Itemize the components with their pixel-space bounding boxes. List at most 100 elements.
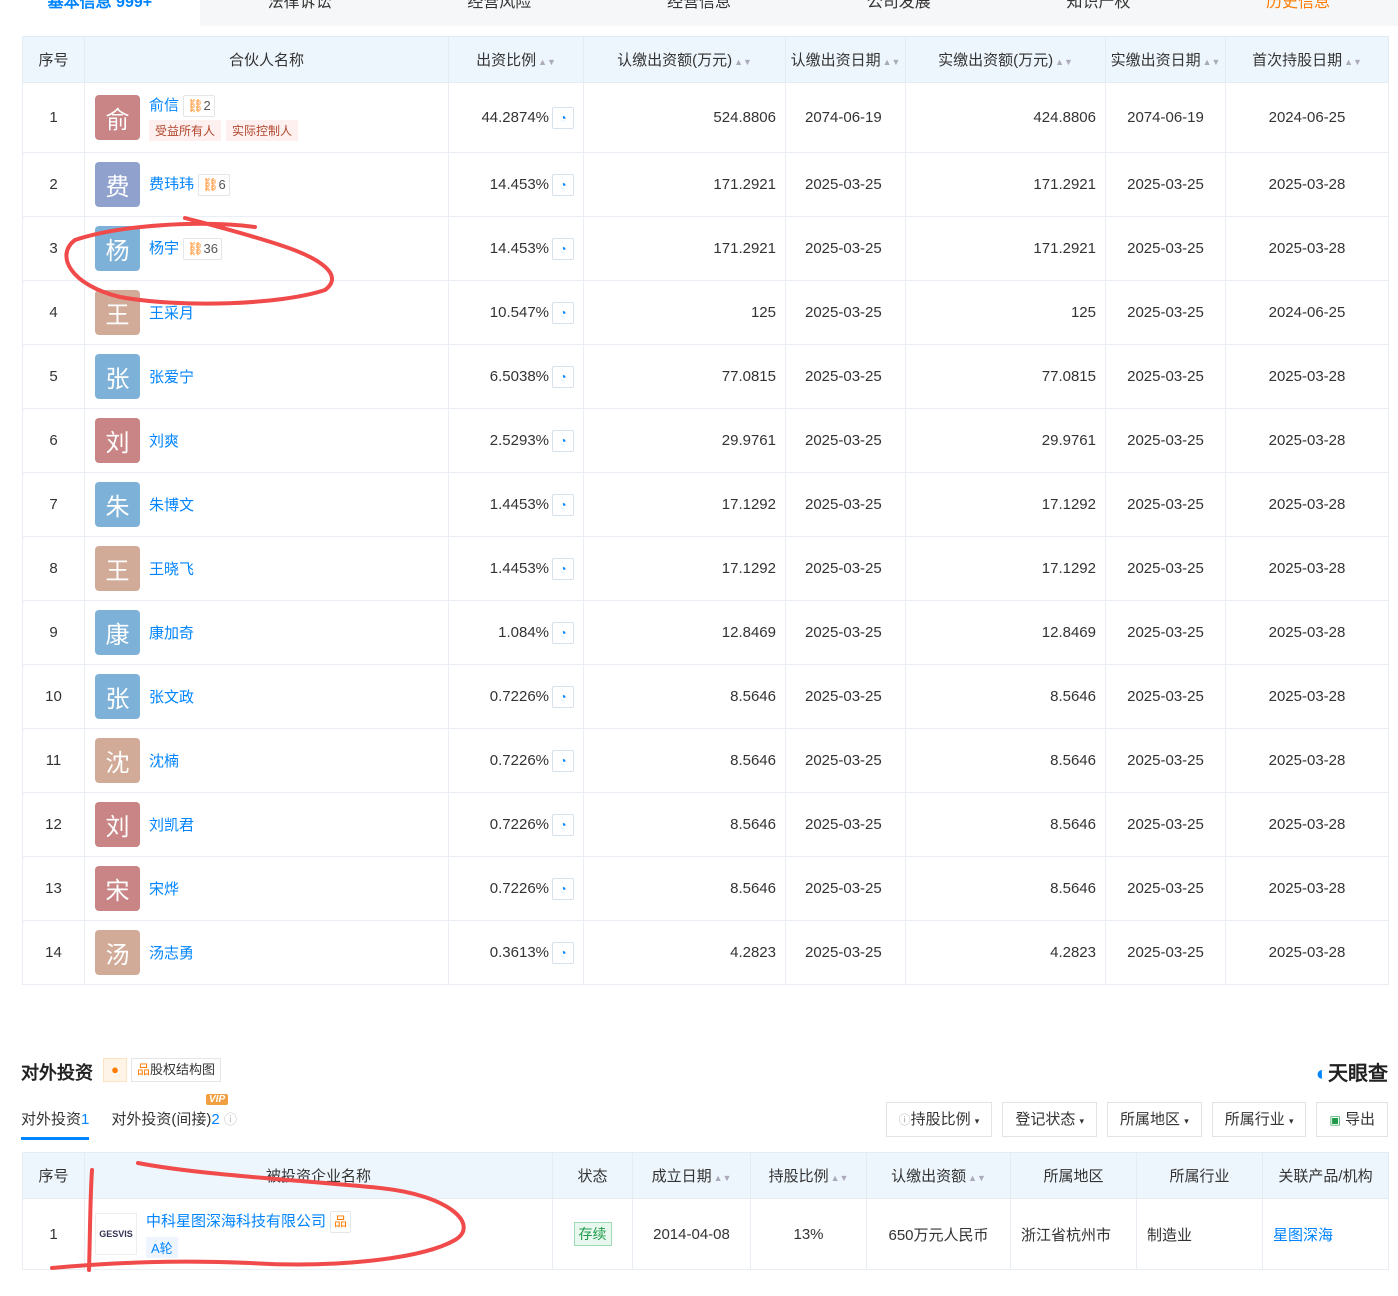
partner-name-link[interactable]: 刘凯君	[149, 817, 194, 834]
pie-chart-icon[interactable]: ◔	[552, 301, 574, 324]
partner-name-link[interactable]: 刘爽	[149, 433, 179, 450]
financing-round-tag: A轮	[146, 1237, 178, 1258]
company-name-link[interactable]: 中科星图深海科技有限公司	[146, 1213, 326, 1230]
avatar: 张	[95, 674, 140, 719]
pie-chart-icon[interactable]: ◔	[552, 106, 574, 129]
column-header: 状态	[552, 1152, 633, 1199]
filter-industry[interactable]: 所属行业 ▾	[1211, 1102, 1307, 1137]
top-tabs: 基本信息 999+ 法律诉讼 经营风险 经营信息 公司发展 知识产权 历史信息	[0, 0, 1398, 26]
top-tab[interactable]: 经营信息	[599, 0, 799, 26]
avatar: 杨	[95, 226, 140, 271]
column-header[interactable]: 认缴出资额(万元) ▲▼	[583, 36, 786, 83]
product-link[interactable]: 星图深海	[1273, 1227, 1333, 1244]
avatar: 费	[95, 162, 140, 207]
partner-name-link[interactable]: 费玮玮	[149, 176, 194, 193]
pie-chart-icon[interactable]: ◔	[552, 365, 574, 388]
table-row: 14 汤汤志勇 0.3613% ◔ 4.2823 2025-03-25 4.2823…	[22, 920, 1389, 985]
table-row: 9 康康加奇 1.084% ◔ 12.8469 2025-03-25 12.8469…	[22, 600, 1389, 665]
sort-icon: ▲▼	[1055, 57, 1073, 67]
column-header[interactable]: 实缴出资额(万元) ▲▼	[905, 36, 1106, 83]
pie-chart-icon[interactable]: ◔	[552, 941, 574, 964]
sort-icon: ▲▼	[713, 1173, 732, 1183]
top-tab[interactable]: 公司发展	[799, 0, 999, 26]
table-row: 13 宋宋烨 0.7226% ◔ 8.5646 2025-03-25 8.5646 2…	[22, 856, 1389, 921]
investment-table: 序号 被投资企业名称 状态 成立日期 ▲▼ 持股比例 ▲▼ 认缴出资额 ▲▼ 所属地区 所属行业 关联…	[22, 1152, 1389, 1270]
partner-name-link[interactable]: 杨宇	[149, 240, 179, 257]
role-tag: 实际控制人	[226, 120, 299, 141]
avatar: 康	[95, 610, 140, 655]
table-row: 12 刘刘凯君 0.7226% ◔ 8.5646 2025-03-25 8.5646…	[22, 792, 1389, 857]
column-header: 所属行业	[1136, 1152, 1263, 1199]
table-row: 5 张张爱宁 6.5038% ◔ 77.0815 2025-03-25 77.081…	[22, 344, 1389, 409]
related-companies-badge[interactable]: ⛓2	[183, 95, 215, 117]
status-badge: 存续	[573, 1222, 612, 1246]
filter-region[interactable]: 所属地区 ▾	[1107, 1102, 1202, 1137]
avatar: 王	[95, 290, 140, 335]
partner-name-link[interactable]: 宋烨	[149, 881, 179, 898]
org-icon: ⛓	[187, 98, 204, 113]
top-tab[interactable]: 知识产权	[999, 0, 1199, 26]
tab-indirect-investment[interactable]: 对外投资(间接)2 ⓘ	[111, 1108, 237, 1140]
filter-status[interactable]: 登记状态 ▾	[1002, 1102, 1098, 1137]
column-header: 序号	[22, 1152, 85, 1199]
sort-icon: ▲▼	[830, 1173, 849, 1183]
top-tab[interactable]: 历史信息	[1198, 0, 1398, 26]
pie-chart-icon[interactable]: ◔	[552, 749, 574, 772]
partner-name-link[interactable]: 张文政	[149, 689, 194, 706]
top-tab[interactable]: 基本信息 999+	[0, 0, 200, 26]
filter-ratio[interactable]: ⓘ持股比例 ▾	[885, 1102, 993, 1137]
role-tag: 受益所有人	[149, 120, 222, 141]
column-header: 序号	[22, 36, 85, 83]
sort-icon: ▲▼	[968, 1173, 986, 1183]
export-button[interactable]: ▣ 导出	[1316, 1102, 1388, 1137]
table-row: 7 朱朱博文 1.4453% ◔ 17.1292 2025-03-25 17.129…	[22, 472, 1389, 537]
partner-name-link[interactable]: 张爱宁	[149, 369, 194, 386]
column-header[interactable]: 首次持股日期 ▲▼	[1225, 36, 1389, 83]
sort-icon: ▲▼	[1344, 57, 1362, 67]
partner-name-link[interactable]: 汤志勇	[149, 945, 194, 962]
partner-name-link[interactable]: 康加奇	[149, 625, 194, 642]
pie-chart-icon[interactable]: ◔	[552, 685, 574, 708]
tab-direct-investment[interactable]: 对外投资1	[21, 1108, 90, 1140]
top-tab[interactable]: 法律诉讼	[200, 0, 400, 26]
equity-structure-button[interactable]: 品股权结构图	[131, 1058, 222, 1082]
pie-chart-icon[interactable]: ◔	[552, 493, 574, 516]
partner-name-link[interactable]: 朱博文	[149, 497, 194, 514]
related-companies-badge[interactable]: ⛓36	[183, 238, 222, 260]
bell-icon[interactable]: ●	[103, 1058, 127, 1082]
pie-chart-icon[interactable]: ◔	[552, 237, 574, 260]
pie-chart-icon[interactable]: ◔	[552, 621, 574, 644]
avatar: 朱	[95, 482, 140, 527]
partner-name-link[interactable]: 王晓飞	[149, 561, 194, 578]
avatar: 俞	[95, 95, 140, 140]
section-title: 对外投资	[21, 1063, 93, 1083]
table-row: 1 俞俞信 ⛓2 受益所有人 实际控制人 44.2874% ◔ 524.8806 2074…	[22, 82, 1389, 153]
sort-icon: ▲▼	[734, 57, 752, 67]
pie-chart-icon[interactable]: ◔	[552, 813, 574, 836]
pie-chart-icon[interactable]: ◔	[552, 173, 574, 196]
related-companies-badge[interactable]: ⛓6	[198, 174, 230, 196]
sort-icon: ▲▼	[882, 57, 901, 67]
sort-icon: ▲▼	[1202, 57, 1221, 67]
pie-chart-icon[interactable]: ◔	[552, 429, 574, 452]
column-header[interactable]: 持股比例 ▲▼	[750, 1152, 867, 1199]
table-row: 2 费费玮玮 ⛓6 14.453% ◔ 171.2921 2025-03-25 171…	[22, 152, 1389, 217]
partner-name-link[interactable]: 沈楠	[149, 753, 179, 770]
pie-chart-icon[interactable]: ◔	[552, 557, 574, 580]
vip-badge: VIP	[206, 1094, 229, 1105]
column-header: 所属地区	[1010, 1152, 1137, 1199]
column-header[interactable]: 实缴出资日期 ▲▼	[1105, 36, 1226, 83]
top-tab[interactable]: 经营风险	[399, 0, 599, 26]
pie-chart-icon[interactable]: ◔	[552, 877, 574, 900]
column-header[interactable]: 成立日期 ▲▼	[632, 1152, 751, 1199]
structure-icon: 品	[137, 1062, 151, 1077]
partner-name-link[interactable]: 王采月	[149, 305, 194, 322]
avatar: 张	[95, 354, 140, 399]
column-header[interactable]: 出资比例 ▲▼	[448, 36, 584, 83]
company-logo: GESVIS	[95, 1213, 137, 1255]
column-header[interactable]: 认缴出资日期 ▲▼	[785, 36, 906, 83]
org-icon: ⛓	[187, 241, 204, 256]
partner-name-link[interactable]: 俞信	[149, 97, 179, 114]
column-header[interactable]: 认缴出资额 ▲▼	[866, 1152, 1011, 1199]
structure-icon[interactable]: 品	[330, 1211, 352, 1233]
